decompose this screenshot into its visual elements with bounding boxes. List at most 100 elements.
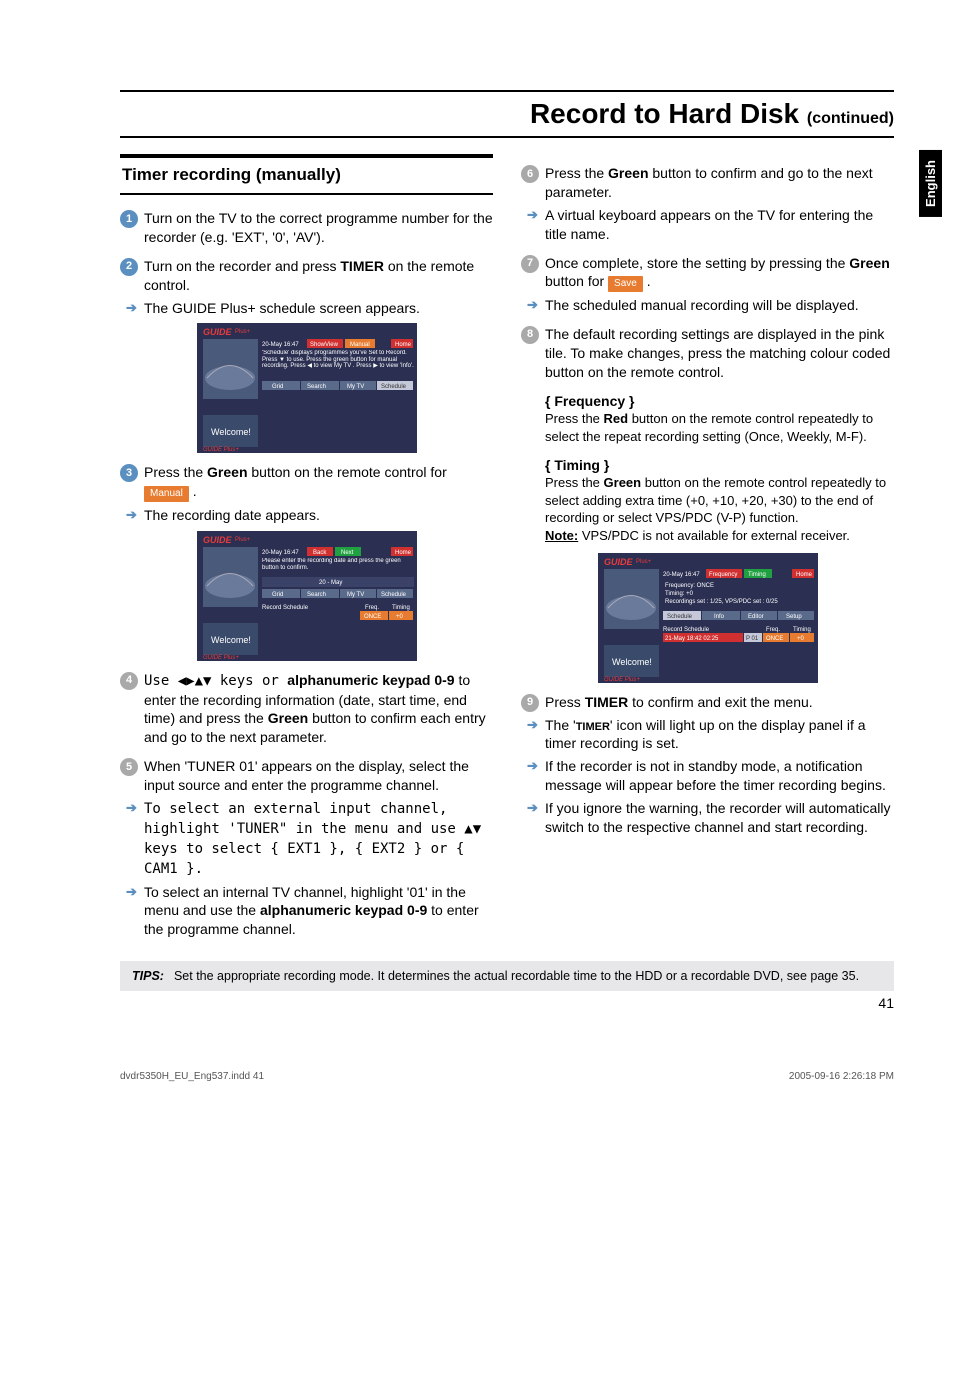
svg-text:Welcome!: Welcome!: [612, 657, 652, 667]
result-line: To select an external input channel, hig…: [120, 799, 493, 879]
keypad-label: alphanumeric keypad 0-9: [287, 672, 454, 688]
frequency-body: Press the Red button on the remote contr…: [545, 410, 894, 445]
svg-text:My TV: My TV: [347, 384, 364, 390]
timing-body: Press the Green button on the remote con…: [545, 474, 894, 527]
svg-text:20-May 16:47: 20-May 16:47: [262, 550, 299, 556]
title-continued: (continued): [807, 110, 894, 127]
svg-text:Record Schedule: Record Schedule: [663, 627, 710, 633]
svg-text:Plus+: Plus+: [636, 559, 652, 565]
svg-text:Editor: Editor: [748, 614, 764, 620]
key-label: TIMER: [340, 258, 384, 274]
text: to confirm and exit the menu.: [628, 694, 812, 710]
result-line: The GUIDE Plus+ schedule screen appears.: [120, 299, 493, 318]
save-tag: Save: [608, 276, 643, 292]
svg-text:Freq.: Freq.: [365, 605, 379, 611]
color-button: Green: [268, 710, 308, 726]
svg-text:Back: Back: [313, 550, 327, 556]
text: Press the: [545, 411, 604, 426]
svg-text:Timing: Timing: [392, 605, 410, 611]
step-body: Once complete, store the setting by pres…: [545, 254, 894, 292]
svg-text:Welcome!: Welcome!: [211, 427, 251, 437]
svg-text:GUIDE: GUIDE: [604, 557, 634, 567]
step-body: Turn on the TV to the correct programme …: [144, 209, 493, 247]
color-button: Red: [604, 411, 629, 426]
svg-text:20-May 16:47: 20-May 16:47: [262, 342, 299, 348]
svg-text:Schedule: Schedule: [381, 592, 407, 598]
ui-screenshot-3: GUIDEPlus+ Welcome! 20-May 16:47 Frequen…: [598, 553, 818, 683]
text: button on the remote control for: [248, 464, 447, 480]
result-line: To select an internal TV channel, highli…: [120, 883, 493, 940]
svg-text:20-May 16:47: 20-May 16:47: [663, 572, 700, 578]
step-7: 7 Once complete, store the setting by pr…: [521, 254, 894, 292]
svg-text:+0: +0: [396, 614, 404, 620]
step-4: 4 Use ◀▶▲▼ keys or alphanumeric keypad 0…: [120, 671, 493, 748]
color-button: Green: [207, 464, 247, 480]
frequency-block: { Frequency } Press the Red button on th…: [521, 392, 894, 446]
svg-text:Search: Search: [307, 384, 326, 390]
section-heading-box: Timer recording (manually): [120, 154, 493, 195]
svg-text:GUIDE Plus+: GUIDE Plus+: [203, 655, 239, 661]
text: Use ◀▶▲▼ keys or: [144, 673, 287, 689]
page-title: Record to Hard Disk (continued): [120, 98, 894, 130]
timer-icon-label: TIMER: [576, 721, 610, 733]
step-1: 1 Turn on the TV to the correct programm…: [120, 209, 493, 247]
svg-text:Frequency: ONCE: Frequency: ONCE: [665, 583, 714, 589]
svg-text:Schedule: Schedule: [381, 384, 407, 390]
step-number-icon: 9: [521, 694, 539, 712]
step-number-icon: 6: [521, 165, 539, 183]
svg-text:Plus+: Plus+: [235, 537, 251, 543]
result-line: The recording date appears.: [120, 506, 493, 525]
svg-text:20 - May: 20 - May: [319, 580, 342, 586]
text: button for: [545, 273, 608, 289]
svg-text:Welcome!: Welcome!: [211, 635, 251, 645]
svg-text:+0: +0: [797, 636, 805, 642]
step-body: Press the Green button on the remote con…: [144, 463, 493, 501]
note-label: Note:: [545, 528, 578, 543]
result-line: The 'TIMER' icon will light up on the di…: [521, 716, 894, 754]
text: Turn on the recorder and press: [144, 258, 340, 274]
step-body: The default recording settings are displ…: [545, 325, 894, 382]
text: Once complete, store the setting by pres…: [545, 255, 849, 271]
text: Press the: [545, 165, 608, 181]
svg-text:Recordings set : 1/25, VPS/PD: Recordings set : 1/25, VPS/PDC set : 0/2…: [665, 599, 778, 605]
step-5: 5 When 'TUNER 01' appears on the display…: [120, 757, 493, 795]
frequency-heading: { Frequency }: [545, 392, 894, 411]
key-label: TIMER: [585, 694, 629, 710]
svg-text:GUIDE Plus+: GUIDE Plus+: [604, 677, 640, 683]
title-rule: [120, 136, 894, 138]
svg-text:21-May 18:42 02:25: 21-May 18:42 02:25: [665, 636, 719, 642]
svg-text:Setup: Setup: [786, 614, 802, 620]
text: Press the: [144, 464, 207, 480]
timing-note: Note: VPS/PDC is not available for exter…: [545, 527, 894, 545]
step-number-icon: 1: [120, 210, 138, 228]
svg-text:Grid: Grid: [272, 384, 283, 390]
svg-text:ONCE: ONCE: [766, 636, 783, 642]
step-9: 9 Press TIMER to confirm and exit the me…: [521, 693, 894, 712]
step-8: 8 The default recording settings are dis…: [521, 325, 894, 382]
step-body: Turn on the recorder and press TIMER on …: [144, 257, 493, 295]
svg-text:Home: Home: [395, 342, 412, 348]
ui-screenshot-2: GUIDEPlus+ Welcome! 20-May 16:47 Back Ne…: [197, 531, 417, 661]
color-button: Green: [608, 165, 648, 181]
text: The ': [545, 717, 576, 733]
step-number-icon: 5: [120, 758, 138, 776]
tips-body: Set the appropriate recording mode. It d…: [174, 969, 859, 983]
svg-text:Manual: Manual: [350, 342, 370, 348]
step-body: Press TIMER to confirm and exit the menu…: [545, 693, 894, 712]
result-line: If you ignore the warning, the recorder …: [521, 799, 894, 837]
step-number-icon: 8: [521, 326, 539, 344]
step-number-icon: 3: [120, 464, 138, 482]
title-main: Record to Hard Disk: [530, 98, 799, 129]
step-body: When 'TUNER 01' appears on the display, …: [144, 757, 493, 795]
step-number-icon: 2: [120, 258, 138, 276]
color-button: Green: [604, 475, 642, 490]
column-right: 6 Press the Green button to confirm and …: [521, 154, 894, 943]
text: Press: [545, 694, 585, 710]
print-footer: dvdr5350H_EU_Eng537.indd 41 2005-09-16 2…: [0, 1041, 954, 1082]
step-3: 3 Press the Green button on the remote c…: [120, 463, 493, 501]
svg-text:GUIDE Plus+: GUIDE Plus+: [203, 447, 239, 453]
result-line: If the recorder is not in standby mode, …: [521, 757, 894, 795]
step-number-icon: 4: [120, 672, 138, 690]
timing-block: { Timing } Press the Green button on the…: [521, 456, 894, 545]
svg-text:Frequency: Frequency: [709, 572, 737, 578]
